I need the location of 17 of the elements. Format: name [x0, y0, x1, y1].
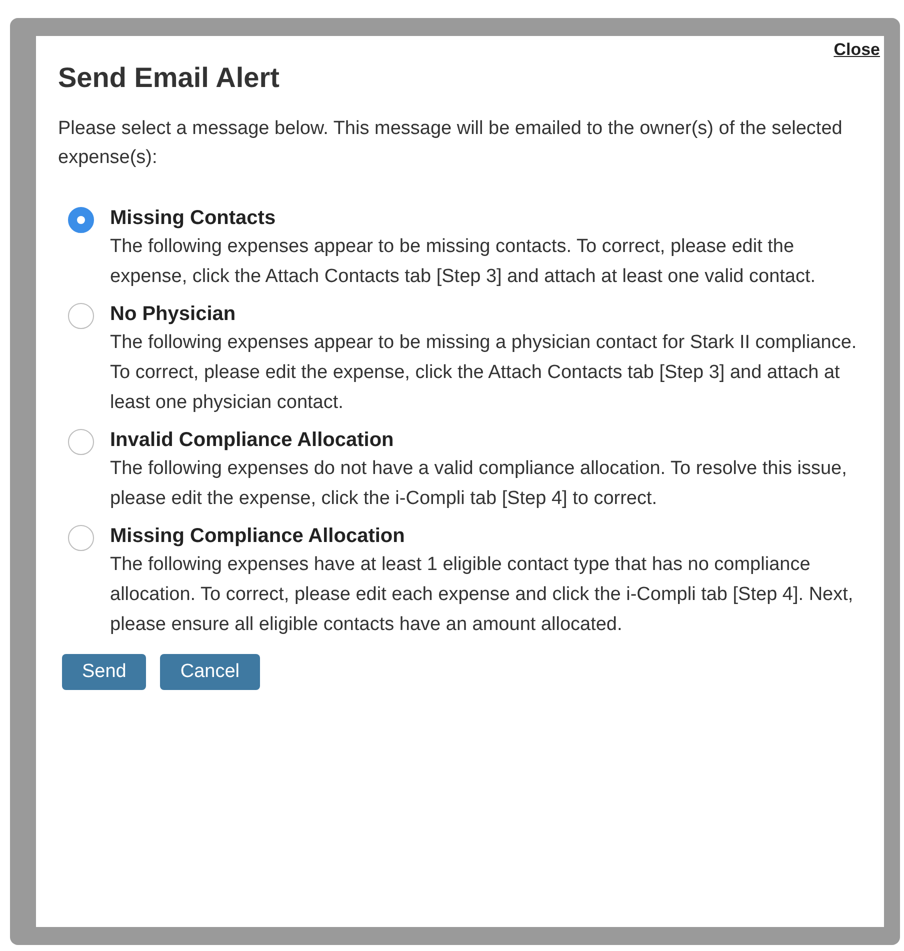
- option-title: Missing Contacts: [110, 206, 277, 231]
- radio-button[interactable]: [68, 429, 94, 455]
- dialog-title: Send Email Alert: [58, 62, 280, 94]
- option-title: Missing Compliance Allocation: [110, 524, 406, 549]
- radio-button[interactable]: [68, 207, 94, 233]
- option-description: The following expenses appear to be missing contacts. To correct, please edit the expense, click the Attach Contacts tab [Step 3] and attach at least one valid contact.: [110, 235, 817, 289]
- radio-button[interactable]: [68, 525, 94, 551]
- option-description: The following expenses do not have a valid compliance allocation. To resolve this issue, please edit the expense, click the i-Compli tab [Step 4] to correct.: [110, 457, 848, 511]
- cancel-button[interactable]: Cancel: [160, 654, 260, 690]
- send-button[interactable]: Send: [62, 654, 146, 690]
- instruction-text: Please select a message below. This message will be emailed to the owner(s) of the selected expense(s):: [58, 117, 844, 170]
- option-description: The following expenses appear to be missing a physician contact for Stark II compliance. To correct, please edit the expense, click the Attach Contacts tab [Step 3] and attach at least one physician contact.: [110, 331, 858, 415]
- option-title: No Physician: [110, 302, 237, 327]
- option-description: The following expenses have at least 1 eligible contact type that has no compliance allocation. To correct, please edit each expense and click the i-Compli tab [Step 4]. Next, please ensure all eligible contacts have an amount allocated.: [110, 553, 854, 637]
- close-link[interactable]: Close: [834, 40, 880, 60]
- radio-button[interactable]: [68, 303, 94, 329]
- option-title: Invalid Compliance Allocation: [110, 428, 395, 453]
